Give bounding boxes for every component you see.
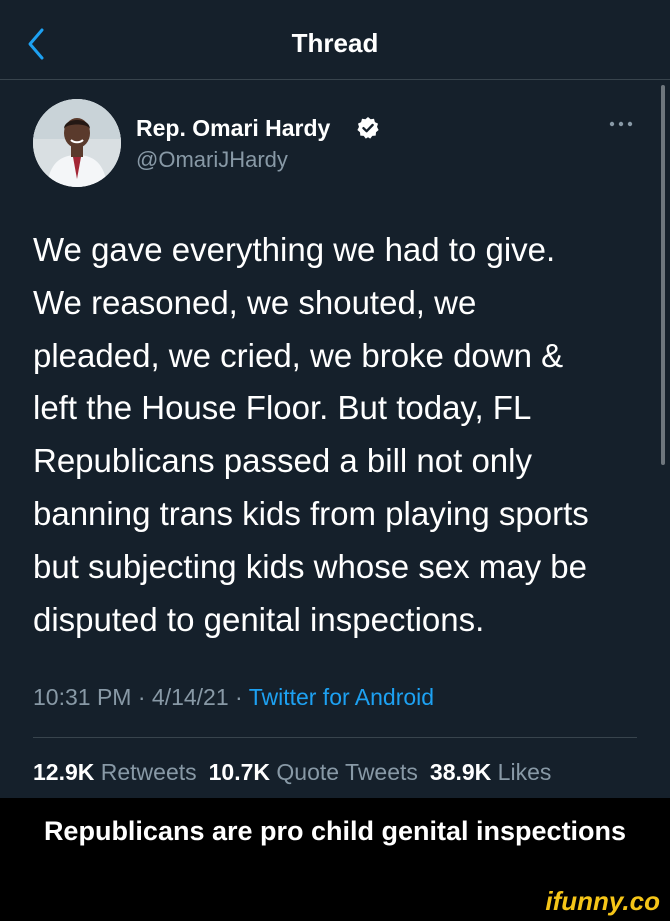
meme-caption-area: Republicans are pro child genital inspec…	[0, 798, 670, 921]
author-name[interactable]: Rep. Omari Hardy	[136, 115, 330, 142]
avatar-photo	[33, 99, 121, 187]
ifunny-watermark: ifunny.co	[545, 886, 660, 916]
meme-caption: Republicans are pro child genital inspec…	[43, 816, 627, 846]
author-handle[interactable]: @OmariJHardy	[136, 147, 288, 173]
retweets-stat[interactable]: 12.9K Retweets	[33, 759, 197, 785]
avatar[interactable]	[33, 99, 121, 187]
more-options-button[interactable]	[608, 116, 634, 132]
meta-separator: ·	[235, 684, 249, 710]
page-title: Thread	[291, 28, 379, 58]
tweet-text: We gave everything we had to give. We re…	[33, 231, 589, 638]
tweet-screen: Thread Rep. Omari Hardy @OmariJHardy We …	[0, 0, 670, 798]
retweets-count: 12.9K	[33, 759, 95, 785]
meta-separator: ·	[137, 684, 152, 710]
retweets-label: Retweets	[100, 759, 197, 785]
verified-badge-icon	[357, 117, 379, 139]
tweet-source-link[interactable]: Twitter for Android	[249, 684, 434, 710]
tweet-time: 10:31 PM	[33, 684, 132, 710]
quote-tweets-stat[interactable]: 10.7K Quote Tweets	[209, 759, 418, 785]
more-dots-icon	[609, 121, 633, 127]
scrollbar[interactable]	[661, 85, 665, 465]
likes-stat[interactable]: 38.9K Likes	[430, 759, 551, 785]
tweet-meta: 10:31 PM · 4/14/21 · Twitter for Android	[33, 684, 434, 711]
quote-tweets-count: 10.7K	[208, 759, 271, 785]
tweet-stats: 12.9K Retweets 10.7K Quote Tweets 38.9K Li…	[33, 759, 551, 786]
likes-label: Likes	[497, 759, 552, 785]
likes-count: 38.9K	[429, 759, 492, 785]
tweet-date[interactable]: 4/14/21	[152, 684, 229, 710]
quote-tweets-label: Quote Tweets	[276, 759, 418, 785]
nav-bar: Thread	[0, 0, 670, 80]
divider	[33, 737, 637, 738]
